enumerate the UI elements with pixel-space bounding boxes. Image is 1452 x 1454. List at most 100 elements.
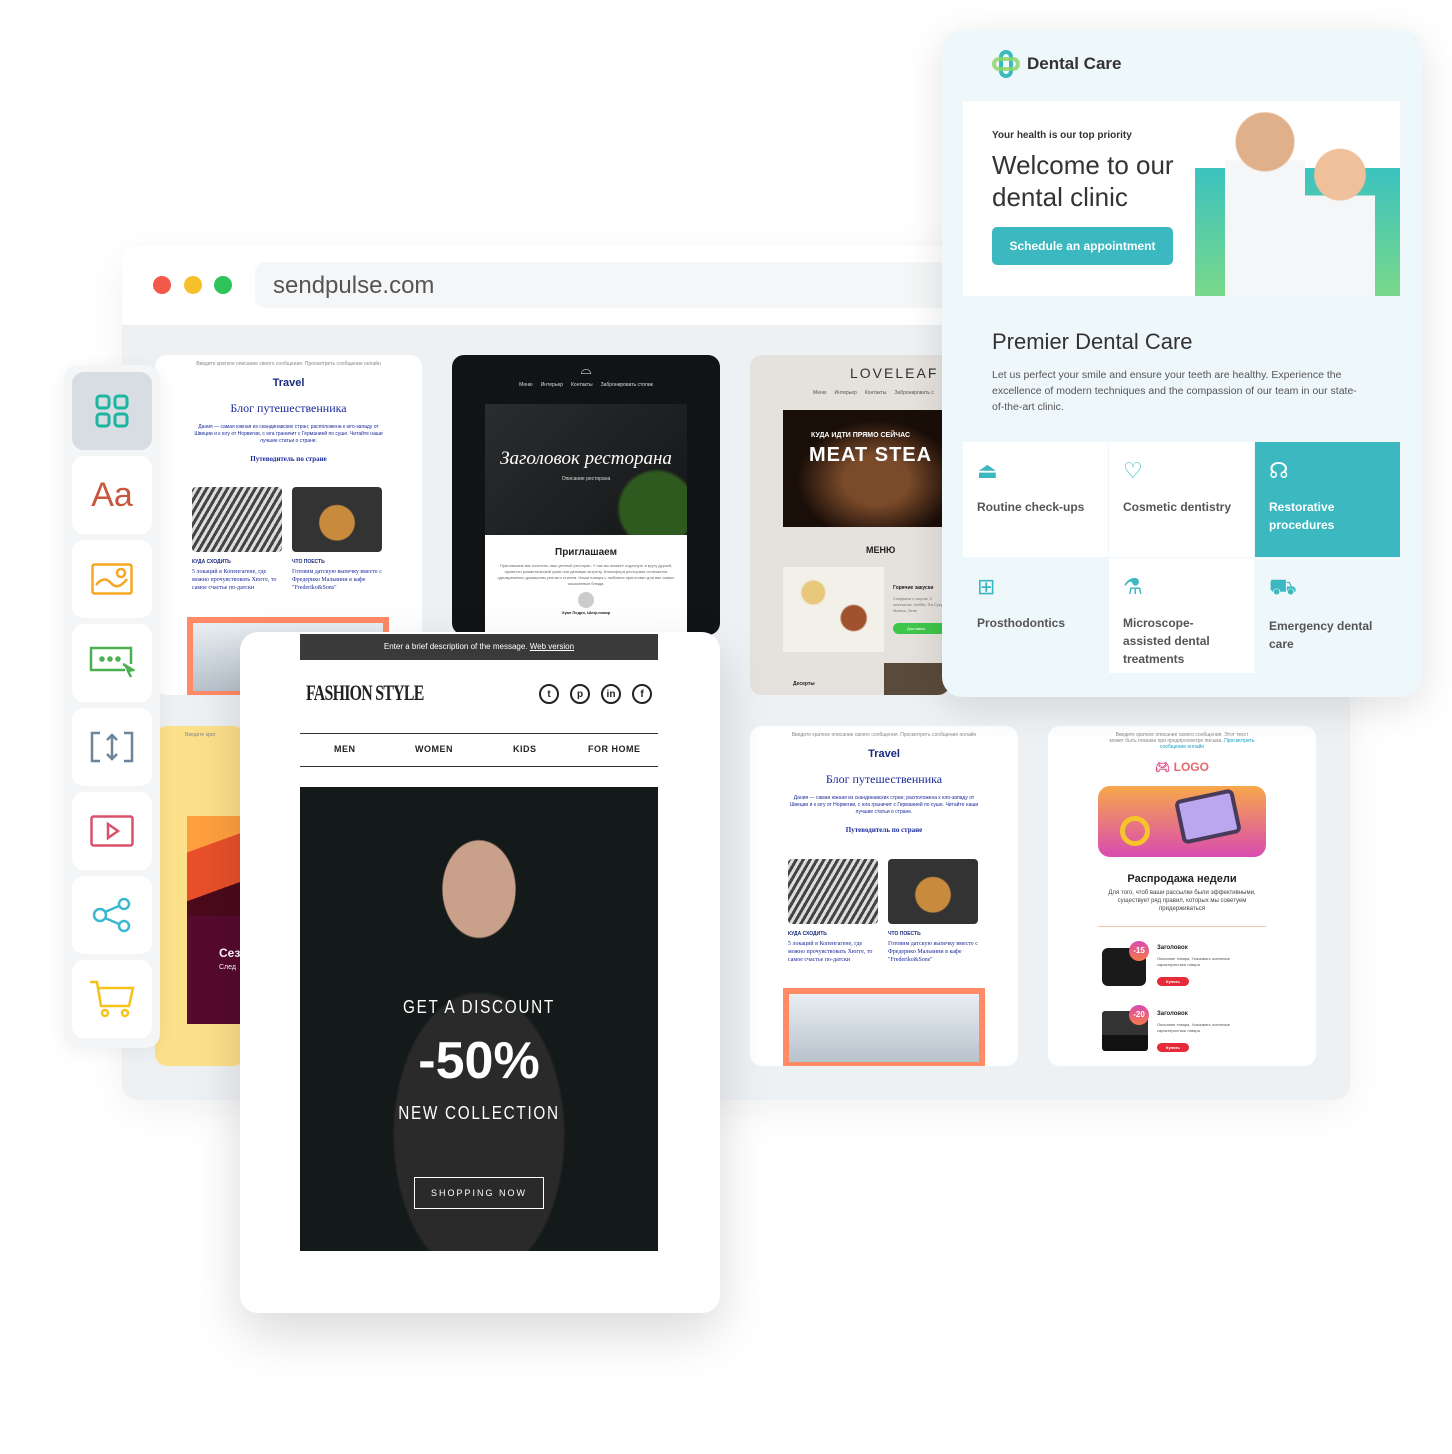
minimize-window-button[interactable] [184, 276, 202, 294]
dental-logo: Dental Care [1027, 54, 1122, 73]
service-prosthodontics[interactable]: ⊞ Prosthodontics [963, 558, 1108, 673]
template-travel-blog-2[interactable]: Введите краткое описание своего сообщени… [750, 726, 1018, 1066]
text-icon: Aa [91, 475, 133, 514]
nav-link[interactable]: Интерьер [541, 382, 563, 388]
gamepad-icon: 🎮︎ [1155, 760, 1174, 774]
nav-link[interactable]: Контакты [865, 390, 887, 396]
mountain-illustration [187, 816, 245, 916]
url-text: sendpulse.com [273, 272, 435, 299]
shopping-now-button[interactable]: SHOPPING NOW [414, 1177, 544, 1209]
template-season[interactable]: Введите крат Сез След [155, 726, 245, 1066]
button-icon [89, 646, 135, 678]
service-microscope-assisted[interactable]: ⚗ Microscope-assisted dental treatments [1109, 558, 1254, 673]
divider [1098, 926, 1266, 927]
microscope-icon: ⚗ [1123, 574, 1143, 599]
service-restorative-procedures[interactable]: ☊ Restorative procedures [1255, 442, 1400, 557]
sidebar-item-cart[interactable] [72, 960, 152, 1038]
copenhagen-photo [788, 859, 878, 924]
season-banner: Сез След [187, 916, 245, 1024]
spacer-icon [90, 731, 134, 763]
fashion-logo: FASHION STYLE [306, 680, 424, 705]
buy-button[interactable]: Купить [1157, 1043, 1189, 1052]
service-routine-checkups[interactable]: ⏏ Routine check-ups [963, 442, 1108, 557]
nav-link[interactable]: Меню [519, 382, 533, 388]
section-body: Let us perfect your smile and ensure you… [992, 369, 1357, 413]
template-weekly-sale[interactable]: Введите краткое описание своего сообщени… [1048, 726, 1316, 1066]
article-title[interactable]: 5 локаций в Копенгагене, где можно прочу… [192, 568, 282, 592]
nav-link[interactable]: Интерьер [835, 390, 857, 396]
template-dental-care[interactable]: Dental Care Your health is our top prior… [942, 30, 1422, 697]
doctor-figure [1305, 148, 1375, 296]
sale-title: Распродажа недели [1127, 873, 1237, 885]
service-emergency-care[interactable]: ⛟ Emergency dental care [1255, 558, 1400, 673]
schedule-appointment-button[interactable]: Schedule an appointment [992, 227, 1173, 265]
doctor-figure [1225, 108, 1305, 296]
nav-link[interactable]: Забронировать с [894, 390, 933, 396]
sidebar-item-social[interactable] [72, 876, 152, 954]
nav-divider [300, 766, 658, 767]
dental-hero: Your health is our top priority Welcome … [963, 101, 1400, 296]
promo-discount: -50% [418, 1032, 540, 1090]
first-aid-kit-icon: ⊞ [977, 574, 996, 599]
nav-link[interactable]: Меню [813, 390, 827, 396]
facebook-icon[interactable]: f [632, 684, 652, 704]
copenhagen-photo [192, 487, 282, 552]
gadgets-banner [1098, 786, 1266, 857]
template-fashion[interactable]: Enter a brief description of the message… [240, 632, 720, 1313]
promo-collection: NEW COLLECTION [398, 1103, 560, 1123]
restaurant-body: Приглашаем Приглашаем вас посетить наш у… [485, 535, 687, 635]
web-version-link[interactable]: Web version [530, 642, 574, 651]
buy-button[interactable]: Купить [1157, 977, 1189, 986]
preheader-bar: Enter a brief description of the message… [300, 634, 658, 660]
sidebar-item-image[interactable] [72, 540, 152, 618]
sidebar-item-button[interactable] [72, 624, 152, 702]
pastry-photo [292, 487, 382, 552]
share-icon [92, 897, 131, 933]
nav-link[interactable]: Забронировать столик [601, 382, 653, 388]
sidebar-item-video[interactable] [72, 792, 152, 870]
nav-women[interactable]: WOMEN [415, 744, 453, 754]
template-restaurant[interactable]: ⌓ Меню Интерьер Контакты Забронировать стол… [452, 355, 720, 635]
blog-title: Блог путешественника [825, 772, 943, 786]
maximize-window-button[interactable] [214, 276, 232, 294]
hero-title: Welcome to our dental clinic [992, 150, 1174, 212]
blog-intro: Дания — самая южная из скандинавских стр… [789, 795, 979, 815]
steak-hero: КУДА ИДТИ ПРЯМО СЕЙЧАС MEAT STEA [783, 410, 950, 527]
template-steakhouse[interactable]: LOVELEAF Меню Интерьер Контакты Забронирова… [750, 355, 950, 695]
service-cosmetic-dentistry[interactable]: ♡ Cosmetic dentistry [1109, 442, 1254, 557]
preheader: Enter a brief description of the message… [383, 642, 528, 651]
promo-kicker: GET A DISCOUNT [403, 997, 555, 1017]
nav-for-home[interactable]: FOR HOME [588, 744, 641, 754]
nav-men[interactable]: MEN [334, 744, 356, 754]
preheader: Введите крат [185, 732, 216, 738]
nav-kids[interactable]: KIDS [513, 744, 537, 754]
nav-link[interactable]: Контакты [571, 382, 593, 388]
article-tag: ЧТО ПОЕСТЬ [292, 559, 325, 565]
doctors-photo [1195, 108, 1400, 296]
sale-desc: Для того, чтоб ваши рассылки были эффект… [1108, 890, 1256, 912]
sidebar-item-spacer[interactable] [72, 708, 152, 786]
sidebar-item-text[interactable]: Aa [72, 456, 152, 534]
travel-logo: Travel [868, 748, 900, 760]
article-title[interactable]: Готовим датскую выпечку вместе с Фредери… [292, 568, 382, 592]
block-sidebar: Aa [64, 365, 160, 1048]
linkedin-icon[interactable]: in [601, 684, 621, 704]
heart-tooth-icon: ♡ [1123, 458, 1143, 483]
hero-subtitle: Описание ресторана [561, 476, 611, 482]
pinterest-icon[interactable]: p [570, 684, 590, 704]
section-title: Путеводитель по стране [845, 826, 923, 834]
chef-name: Хуан Педро, Шеф-повар [561, 610, 611, 615]
article-title[interactable]: Готовим датскую выпечку вместе с Фредери… [888, 940, 978, 964]
sale-logo: 🎮︎ LOGO [1155, 760, 1209, 774]
travel-logo: Travel [272, 377, 305, 389]
hero-title: Заголовок ресторана [500, 448, 672, 469]
close-window-button[interactable] [153, 276, 171, 294]
video-icon [90, 815, 134, 847]
sidebar-item-layout[interactable] [72, 372, 152, 450]
twitter-icon[interactable]: t [539, 684, 559, 704]
article-tag: КУДА СХОДИТЬ [788, 931, 827, 937]
restaurant-hero: Заголовок ресторана Описание ресторана [485, 404, 687, 535]
menu-heading: МЕНЮ [866, 545, 896, 555]
restaurant-nav: Меню Интерьер Контакты Забронировать столик [452, 382, 720, 388]
article-title[interactable]: 5 локаций в Копенгагене, где можно прочу… [788, 940, 878, 964]
